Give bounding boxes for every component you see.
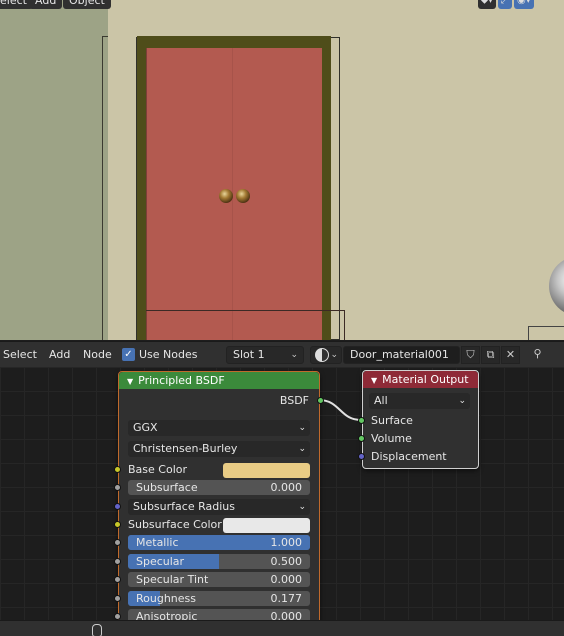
base-color-socket[interactable] — [114, 466, 121, 473]
volume-input-socket[interactable] — [358, 435, 365, 442]
node-menu-add[interactable]: Add — [49, 348, 70, 362]
specular-label: Specular — [136, 555, 185, 568]
scene-left-wall — [0, 0, 108, 340]
door-lower-outline — [146, 310, 345, 340]
metallic-value: 1.000 — [270, 536, 303, 549]
roughness-label: Roughness — [136, 592, 197, 605]
specular-tint-socket[interactable] — [114, 576, 121, 583]
distribution-dropdown[interactable]: GGX ⌄ — [128, 420, 310, 436]
metallic-label: Metallic — [136, 536, 179, 549]
specular-slider[interactable]: Specular 0.500 — [128, 554, 310, 569]
output-target-dropdown[interactable]: All ⌄ — [369, 393, 470, 409]
fake-user-shield-icon[interactable]: ⛉ — [461, 346, 480, 364]
3d-viewport[interactable]: elect Add Object ⬥▾ ⤢ ◉▾ — [0, 0, 564, 340]
chevron-down-icon: ⌄ — [330, 350, 338, 360]
subsurface-method-value: Christensen-Burley — [133, 442, 238, 455]
displacement-input-socket[interactable] — [358, 453, 365, 460]
viewport-menu-select[interactable]: elect — [0, 0, 33, 9]
bsdf-output-label: BSDF — [279, 394, 309, 407]
anisotropic-slider[interactable]: Anisotropic 0.000 — [128, 609, 310, 620]
anisotropic-value: 0.000 — [270, 610, 303, 620]
roughness-slider[interactable]: Roughness 0.177 — [128, 591, 310, 606]
mouse-icon — [92, 624, 102, 636]
material-output-title-bar[interactable]: ▼ Material Output — [363, 371, 478, 388]
roughness-value: 0.177 — [270, 592, 303, 605]
use-nodes-checkbox[interactable]: ✓ — [122, 348, 135, 361]
base-color-label: Base Color — [128, 463, 188, 476]
viewport-menu-object[interactable]: Object — [63, 0, 111, 9]
principled-bsdf-title: Principled BSDF — [138, 374, 225, 387]
subsurface-radius-socket[interactable] — [114, 503, 121, 510]
base-color-swatch[interactable] — [223, 463, 310, 478]
node-editor-header: Select Add Node ✓ Use Nodes Slot 1 ⌄ ⌄ D… — [0, 341, 564, 367]
material-sphere-icon — [315, 348, 329, 362]
proportional-edit-icon[interactable]: ◉▾ — [514, 0, 534, 9]
node-canvas[interactable]: ▼ Principled BSDF BSDF GGX ⌄ Christensen-… — [0, 367, 564, 620]
roughness-socket[interactable] — [114, 595, 121, 602]
metallic-socket[interactable] — [114, 539, 121, 546]
specular-tint-value: 0.000 — [270, 573, 303, 586]
subsurface-method-dropdown[interactable]: Christensen-Burley ⌄ — [128, 441, 310, 457]
subsurface-slider[interactable]: Subsurface 0.000 — [128, 480, 310, 495]
material-slot-value: Slot 1 — [233, 348, 265, 361]
specular-value: 0.500 — [270, 555, 303, 568]
subsurface-radius-dropdown[interactable]: Subsurface Radius ⌄ — [128, 499, 310, 515]
material-browse-button[interactable]: ⌄ — [310, 346, 342, 364]
door-mesh[interactable] — [146, 48, 322, 340]
output-target-value: All — [374, 394, 388, 407]
snap-icon[interactable]: ⤢ — [498, 0, 513, 9]
bsdf-output-socket[interactable] — [317, 397, 324, 404]
principled-bsdf-node[interactable]: ▼ Principled BSDF BSDF GGX ⌄ Christensen-… — [114, 371, 324, 620]
transform-pivot-icon[interactable]: ⬥▾ — [478, 0, 497, 9]
metallic-slider[interactable]: Metallic 1.000 — [128, 535, 310, 550]
chevron-down-icon: ⌄ — [458, 396, 466, 406]
chevron-down-icon: ⌄ — [298, 502, 306, 512]
viewport-gizmo-toolbar: ⬥▾ ⤢ ◉▾ — [478, 0, 534, 9]
status-bar — [0, 620, 564, 636]
scene-wall-edge — [102, 36, 108, 340]
specular-tint-label: Specular Tint — [136, 573, 209, 586]
door-knob-right[interactable] — [236, 189, 250, 203]
material-output-title: Material Output — [382, 373, 469, 386]
anisotropic-socket[interactable] — [114, 613, 121, 620]
distribution-value: GGX — [133, 421, 158, 434]
subsurface-color-swatch[interactable] — [223, 518, 310, 533]
node-menu-node[interactable]: Node — [83, 348, 112, 362]
surface-label: Surface — [371, 414, 413, 427]
principled-bsdf-title-bar[interactable]: ▼ Principled BSDF — [119, 372, 319, 389]
collapse-arrow-icon[interactable]: ▼ — [371, 376, 377, 385]
scene-object-outline — [528, 326, 564, 340]
collapse-arrow-icon[interactable]: ▼ — [127, 377, 133, 386]
anisotropic-label: Anisotropic — [136, 610, 198, 620]
material-name-field[interactable]: Door_material001 — [343, 346, 460, 364]
unlink-material-close-icon[interactable]: ✕ — [501, 346, 520, 364]
subsurface-socket[interactable] — [114, 484, 121, 491]
subsurface-label: Subsurface — [136, 481, 198, 494]
door-knob-left[interactable] — [219, 189, 233, 203]
viewport-menu-add[interactable]: Add — [29, 0, 63, 9]
chevron-down-icon: ⌄ — [298, 444, 306, 454]
subsurface-radius-label: Subsurface Radius — [133, 500, 235, 513]
subsurface-value: 0.000 — [270, 481, 303, 494]
chevron-down-icon: ⌄ — [298, 423, 306, 433]
volume-label: Volume — [371, 432, 412, 445]
specular-socket[interactable] — [114, 558, 121, 565]
subsurface-color-socket[interactable] — [114, 521, 121, 528]
duplicate-material-icon[interactable]: ⧉ — [481, 346, 500, 364]
node-menu-select[interactable]: Select — [3, 348, 37, 362]
subsurface-color-label: Subsurface Color — [128, 518, 222, 531]
pin-icon[interactable]: ⚲ — [528, 346, 547, 364]
chevron-down-icon: ⌄ — [290, 350, 298, 360]
surface-input-socket[interactable] — [358, 417, 365, 424]
specular-tint-slider[interactable]: Specular Tint 0.000 — [128, 572, 310, 587]
material-output-node[interactable]: ▼ Material Output All ⌄ Surface Volume Di… — [358, 370, 479, 469]
material-slot-dropdown[interactable]: Slot 1 ⌄ — [226, 346, 304, 364]
use-nodes-label[interactable]: Use Nodes — [139, 348, 198, 362]
displacement-label: Displacement — [371, 450, 447, 463]
